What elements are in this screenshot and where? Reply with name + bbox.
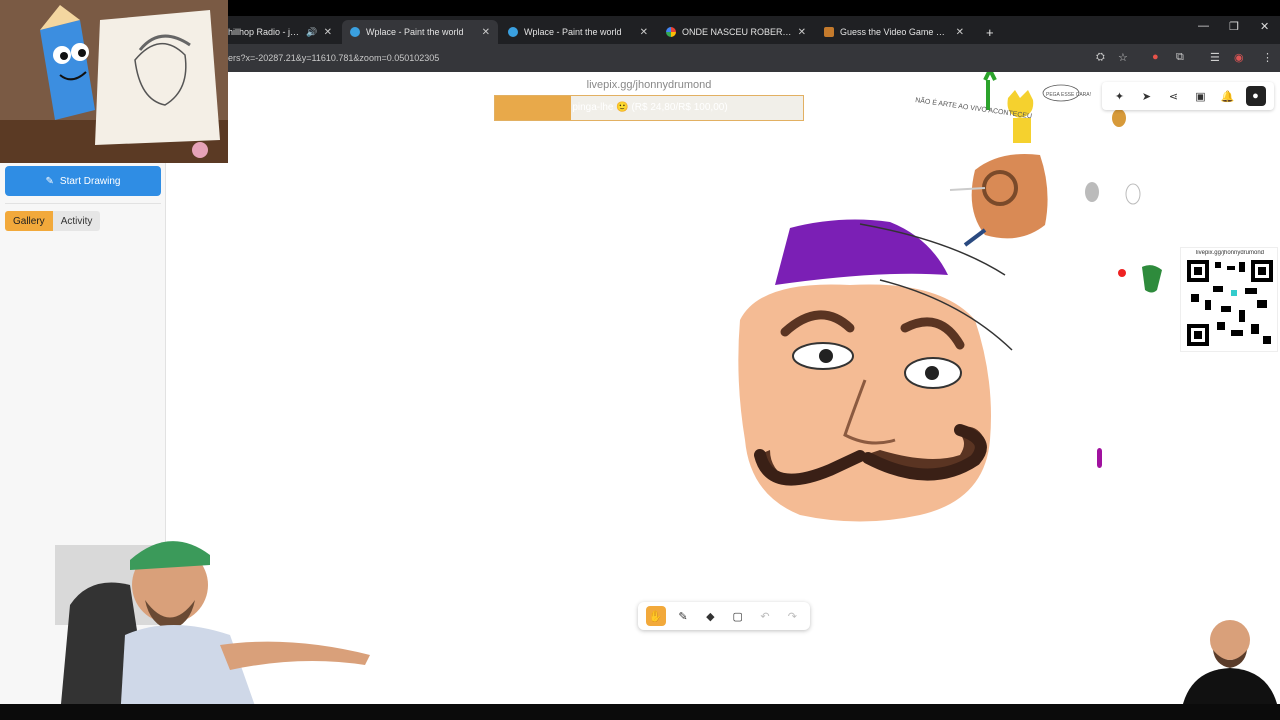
screen: { "browser": { "tabs": [ {"label": "hill…: [0, 0, 1280, 720]
smoker-character-drawing: [949, 154, 1048, 247]
tab-label: Guess the Video Game Charact: [840, 27, 950, 37]
plus-icon: +: [986, 24, 994, 40]
tab-activity[interactable]: Activity: [52, 211, 101, 231]
close-icon[interactable]: ✕: [324, 27, 332, 38]
google-icon: [666, 27, 676, 37]
close-icon[interactable]: ✕: [798, 27, 806, 38]
tab-hillhop-radio[interactable]: hillhop Radio - jazzy 🔊 ✕: [220, 20, 340, 44]
tab-label: Wplace - Paint the world: [524, 27, 622, 37]
streamer-webcam: [55, 541, 370, 720]
start-drawing-label: Start Drawing: [59, 175, 121, 187]
bell-icon[interactable]: 🔔: [1219, 87, 1237, 105]
globe-icon: [350, 27, 360, 37]
tab-wplace-active[interactable]: Wplace - Paint the world ✕: [342, 20, 498, 44]
pencil-icon: ✎: [678, 610, 688, 623]
extension-icon[interactable]: ●: [1152, 51, 1159, 63]
qr-code: [1187, 260, 1273, 346]
maximize-icon[interactable]: ❐: [1229, 20, 1239, 33]
hand-icon: ✋: [648, 610, 663, 623]
url-field[interactable]: ers?x=-20287.21&y=11610.781&zoom=0.05010…: [228, 53, 439, 63]
outline-egg-drawing: [1125, 183, 1141, 205]
qr-code-card: livepix.gg/jhonnydrumond: [1180, 247, 1278, 352]
drawing-toolbar: ✋ ✎ ◆ ▢ ↶ ↷: [638, 602, 810, 630]
pointer-icon[interactable]: ➤: [1138, 87, 1156, 105]
user-icon[interactable]: ●: [1245, 86, 1266, 106]
qr-label: livepix.gg/jhonnydrumond: [1195, 250, 1265, 256]
mustache-man-drawing: [738, 219, 1013, 522]
tab-guess-game[interactable]: Guess the Video Game Charact ✕: [816, 20, 972, 44]
media-control-icon[interactable]: ☰: [1210, 51, 1220, 64]
orange-blob: [1112, 109, 1126, 127]
red-mark: [1118, 269, 1126, 277]
rectangle-icon: ▢: [732, 610, 743, 623]
puzzle-icon[interactable]: ⧉: [1176, 51, 1184, 64]
chat-icon[interactable]: ▣: [1192, 87, 1210, 105]
translate-icon[interactable]: ⛭: [1096, 51, 1105, 64]
magic-wand-icon[interactable]: ✦: [1111, 87, 1129, 105]
new-tab-button[interactable]: +: [978, 20, 1000, 44]
donation-text: pinga-lhe 🙂 (R$ 24,80/R$ 100,00): [572, 102, 728, 113]
redo-tool[interactable]: ↷: [782, 606, 802, 626]
pencil-mascot-illustration: [0, 0, 228, 163]
rectangle-tool[interactable]: ▢: [728, 606, 748, 626]
tab-label: ONDE NASCEU ROBERTO BOL: [682, 27, 792, 37]
minimize-icon[interactable]: —: [1198, 20, 1209, 32]
shield-drawing: [1142, 265, 1162, 293]
bookmark-star-icon[interactable]: ☆: [1118, 51, 1128, 64]
pencil-tool[interactable]: ✎: [673, 606, 693, 626]
speaker-icon: 🔊: [306, 26, 318, 37]
close-icon[interactable]: ✕: [482, 27, 490, 38]
tab-gallery[interactable]: Gallery: [5, 211, 53, 231]
kebab-menu-icon[interactable]: ⋮: [1262, 51, 1273, 64]
donation-url[interactable]: livepix.gg/jhonnydrumond: [494, 79, 804, 91]
speech-bubble-text: PEGA ESSE CARA!: [1046, 92, 1091, 98]
bottom-black-bar: [0, 704, 1280, 720]
top-right-toolbar: ✦ ➤ ⋖ ▣ 🔔 ●: [1102, 82, 1274, 110]
sidebar-tabs: Gallery Activity: [5, 211, 101, 231]
start-drawing-button[interactable]: ✎ Start Drawing: [5, 166, 161, 196]
tab-label: hillhop Radio - jazzy: [228, 27, 303, 37]
eraser-tool[interactable]: ◆: [700, 606, 720, 626]
profile-avatar-icon[interactable]: ◉: [1234, 51, 1244, 64]
game-icon: [824, 27, 834, 37]
tab-label: Wplace - Paint the world: [366, 27, 464, 37]
hand-tool[interactable]: ✋: [645, 606, 666, 626]
stream-overlay-illustration: [0, 0, 228, 163]
donation-progress-bar: pinga-lhe 🙂 (R$ 24,80/R$ 100,00): [494, 95, 804, 121]
share-icon[interactable]: ⋖: [1165, 87, 1183, 105]
close-window-icon[interactable]: ✕: [1260, 20, 1269, 33]
close-icon[interactable]: ✕: [640, 27, 648, 38]
undo-tool[interactable]: ↶: [755, 606, 775, 626]
gray-egg-drawing: [1085, 182, 1099, 202]
divider: [5, 203, 161, 204]
redo-icon: ↷: [787, 610, 797, 623]
close-icon[interactable]: ✕: [956, 27, 964, 38]
eraser-icon: ◆: [706, 610, 715, 623]
tab-roberto[interactable]: ONDE NASCEU ROBERTO BOL ✕: [658, 20, 814, 44]
undo-icon: ↶: [760, 610, 770, 623]
tab-wplace[interactable]: Wplace - Paint the world ✕: [500, 20, 656, 44]
globe-icon: [508, 27, 518, 37]
brush-icon: ✎: [45, 175, 54, 187]
purple-mark: [1097, 448, 1102, 468]
